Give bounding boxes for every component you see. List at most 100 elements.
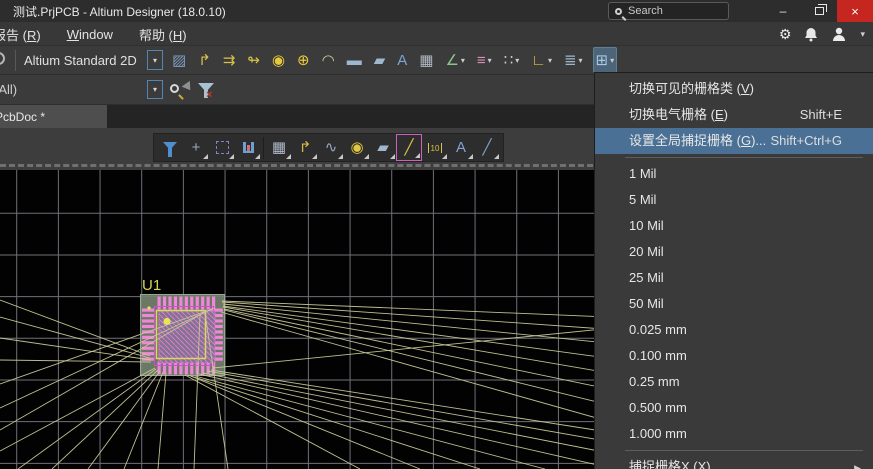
interactive-routing-icon: ▨ — [172, 53, 186, 68]
ratsnest-line — [191, 376, 480, 469]
pad-icon: ◉ — [272, 53, 285, 68]
select-area-icon — [216, 141, 229, 154]
minimize-icon: – — [780, 4, 787, 18]
menu-item[interactable]: Window — [67, 27, 113, 42]
differential-pair-icon[interactable]: ⇉ — [221, 47, 238, 73]
context-menu-item[interactable]: 1.000 mm — [595, 421, 873, 447]
dropdown-arrow-icon[interactable]: ▾ — [515, 56, 519, 65]
ratsnest-line — [0, 317, 150, 358]
altium-designer-window: 测试.PrjPCB - Altium Designer (18.0.10) Se… — [0, 0, 873, 469]
scope-select-value[interactable]: (All) — [0, 82, 17, 97]
tune-meander-icon[interactable]: ∿ — [318, 134, 344, 161]
context-menu-item[interactable]: 捕捉栅格X (X)▶ — [595, 454, 873, 469]
context-menu-item[interactable]: 10 Mil — [595, 213, 873, 239]
menu-item[interactable]: 帮助 (H) — [139, 25, 187, 44]
context-menu-item[interactable]: 0.25 mm — [595, 369, 873, 395]
context-menu-item[interactable]: 0.100 mm — [595, 343, 873, 369]
context-menu-item[interactable]: 20 Mil — [595, 239, 873, 265]
ratsnest-line — [18, 369, 156, 469]
context-menu-item[interactable]: 设置全局捕捉栅格 (G)...Shift+Ctrl+G — [595, 128, 873, 154]
dimension-icon: ∟ — [531, 53, 546, 68]
context-menu-item[interactable]: 50 Mil — [595, 291, 873, 317]
fill-icon[interactable]: ▬ — [345, 47, 364, 73]
dropdown-arrow-icon[interactable]: ▾ — [548, 56, 552, 65]
find-similar-icon[interactable]: ∷▾ — [502, 47, 522, 73]
clear-filter-x-icon: × — [206, 89, 212, 101]
minimize-button[interactable]: – — [765, 0, 801, 22]
close-button[interactable]: × — [837, 0, 873, 22]
route-icon[interactable]: ↱ — [292, 134, 318, 161]
measure-icon: ∠ — [445, 53, 458, 68]
align-icon[interactable]: ≡▾ — [475, 47, 494, 73]
flyout-triangle-icon — [312, 154, 317, 159]
via-icon[interactable]: ⊕ — [295, 47, 312, 73]
grid-icon[interactable]: ⊞▾ — [593, 47, 618, 73]
arc-icon[interactable]: ◠ — [320, 47, 337, 73]
profile-dropdown-button[interactable]: ▾ — [147, 50, 163, 70]
context-menu-item[interactable]: 切换电气栅格 (E)Shift+E — [595, 102, 873, 128]
component-designator: U1 — [142, 277, 161, 294]
measure-icon[interactable]: ∠▾ — [443, 47, 466, 73]
string-icon: A — [456, 140, 466, 155]
filter-search-icon[interactable] — [170, 84, 179, 93]
context-menu-item[interactable]: 0.025 mm — [595, 317, 873, 343]
settings-gear-icon[interactable]: ⚙ — [779, 26, 792, 43]
dimension-icon[interactable]: 10 — [422, 134, 448, 161]
activebar-separator — [263, 137, 264, 159]
component-icon[interactable]: ▦ — [417, 47, 435, 73]
user-caret-icon[interactable]: ▾ — [860, 29, 865, 40]
context-menu-item[interactable]: 1 Mil — [595, 161, 873, 187]
notifications-bell-icon[interactable] — [804, 27, 818, 42]
trace-icon: ╱ — [404, 140, 413, 155]
string-icon[interactable]: A — [448, 134, 474, 161]
ratsnest-line — [0, 360, 151, 362]
pad-icon[interactable]: ◉ — [270, 47, 287, 73]
string-icon[interactable]: A — [395, 47, 409, 73]
polygon-pour-icon: ▰ — [374, 53, 386, 68]
dropdown-arrow-icon[interactable]: ▾ — [610, 56, 614, 65]
dropdown-arrow-icon[interactable]: ▾ — [579, 56, 583, 65]
trace-icon[interactable]: ╱ — [396, 134, 422, 161]
context-menu-item[interactable]: 5 Mil — [595, 187, 873, 213]
flyout-triangle-icon — [229, 154, 234, 159]
context-menu-item[interactable]: 0.500 mm — [595, 395, 873, 421]
layer-stack-icon[interactable]: ≣▾ — [562, 47, 585, 73]
dropdown-arrow-icon[interactable]: ▾ — [461, 56, 465, 65]
tab-pcbdoc[interactable]: PcbDoc * — [0, 105, 107, 128]
route-icon[interactable]: ↱ — [196, 47, 213, 73]
pad-stack-icon[interactable] — [235, 134, 261, 161]
ratsnest-line — [158, 373, 166, 469]
search-box[interactable]: Search — [608, 2, 729, 20]
restore-button[interactable] — [801, 0, 837, 22]
component-icon: ▦ — [272, 140, 286, 155]
smart-route-icon[interactable]: ↬ — [245, 47, 262, 73]
restore-icon — [815, 7, 824, 15]
line-icon[interactable]: ╱ — [474, 134, 500, 161]
flyout-triangle-icon — [415, 153, 420, 158]
menu-item[interactable]: 报告 (R) — [0, 25, 41, 44]
layout-profile-label: Altium Standard 2D — [24, 53, 137, 68]
shortcut-label: Shift+E — [800, 102, 842, 128]
polygon-pour-icon[interactable]: ▰ — [372, 47, 388, 73]
context-menu-item[interactable]: 25 Mil — [595, 265, 873, 291]
flyout-triangle-icon — [364, 154, 369, 159]
filter-icon[interactable] — [157, 134, 183, 161]
crosshair-icon[interactable]: + — [183, 134, 209, 161]
layer-stack-icon: ≣ — [564, 53, 577, 68]
user-profile-icon[interactable] — [831, 26, 847, 42]
component-icon[interactable]: ▦ — [266, 134, 292, 161]
dropdown-arrow-icon[interactable]: ▾ — [488, 56, 492, 65]
clipped-tool-icon — [0, 52, 5, 65]
flyout-triangle-icon — [255, 154, 260, 159]
context-menu-item[interactable]: 切换可见的栅格类 (V) — [595, 76, 873, 102]
polygon-icon[interactable]: ▰ — [370, 134, 396, 161]
via-icon: ⊕ — [297, 53, 310, 68]
via-icon[interactable]: ◉ — [344, 134, 370, 161]
dimension-icon[interactable]: ∟▾ — [529, 47, 554, 73]
scope-dropdown-button[interactable]: ▾ — [147, 80, 163, 99]
interactive-routing-icon[interactable]: ▨ — [170, 47, 188, 73]
select-area-icon[interactable] — [209, 134, 235, 161]
flyout-triangle-icon — [390, 154, 395, 159]
flyout-triangle-icon — [442, 154, 447, 159]
polygon-icon: ▰ — [377, 140, 389, 155]
